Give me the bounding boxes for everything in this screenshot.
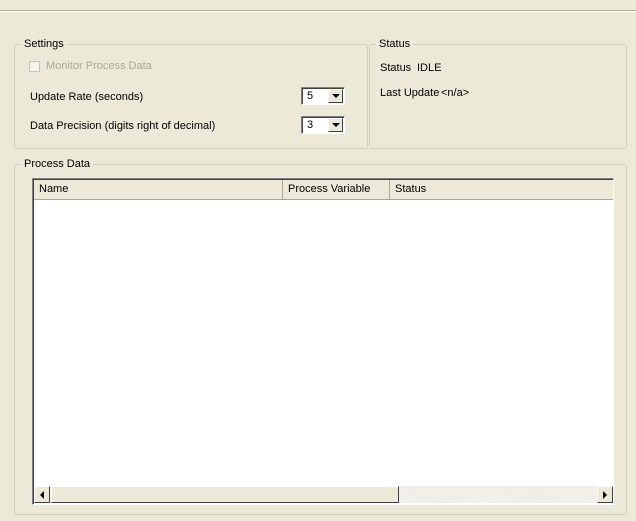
update-rate-label: Update Rate (seconds) bbox=[30, 91, 144, 103]
settings-group-title: Settings bbox=[21, 37, 67, 51]
column-header-process-variable[interactable]: Process Variable bbox=[283, 180, 390, 200]
scroll-thumb[interactable] bbox=[51, 486, 399, 503]
top-separator bbox=[0, 10, 636, 12]
chevron-down-icon bbox=[331, 123, 340, 127]
data-precision-select[interactable]: 3 bbox=[301, 116, 345, 134]
horizontal-scrollbar[interactable] bbox=[34, 486, 613, 503]
arrow-left-icon bbox=[40, 490, 44, 499]
last-update-label: Last Update bbox=[380, 87, 440, 99]
data-precision-value: 3 bbox=[307, 119, 314, 131]
column-header-name[interactable]: Name bbox=[34, 180, 283, 200]
last-update-value: <n/a> bbox=[441, 87, 470, 99]
scroll-left-button[interactable] bbox=[34, 486, 50, 503]
process-data-group-title: Process Data bbox=[21, 157, 94, 171]
update-rate-select[interactable]: 5 bbox=[301, 87, 345, 105]
status-group-title: Status bbox=[376, 37, 414, 51]
list-header: Name Process Variable Status bbox=[34, 180, 613, 200]
column-header-status[interactable]: Status bbox=[390, 180, 613, 200]
monitor-process-data-label: Monitor Process Data bbox=[46, 60, 152, 72]
chevron-down-icon bbox=[331, 94, 340, 98]
monitor-process-data-checkbox[interactable] bbox=[29, 61, 40, 72]
process-data-list[interactable]: Name Process Variable Status bbox=[32, 178, 614, 505]
scroll-right-button[interactable] bbox=[597, 486, 613, 503]
data-precision-dropdown-button[interactable] bbox=[328, 118, 343, 132]
arrow-right-icon bbox=[603, 490, 607, 499]
data-precision-label: Data Precision (digits right of decimal) bbox=[30, 120, 216, 132]
status-value: IDLE bbox=[417, 62, 442, 74]
update-rate-dropdown-button[interactable] bbox=[328, 89, 343, 103]
status-label: Status bbox=[380, 62, 412, 74]
update-rate-value: 5 bbox=[307, 90, 314, 102]
